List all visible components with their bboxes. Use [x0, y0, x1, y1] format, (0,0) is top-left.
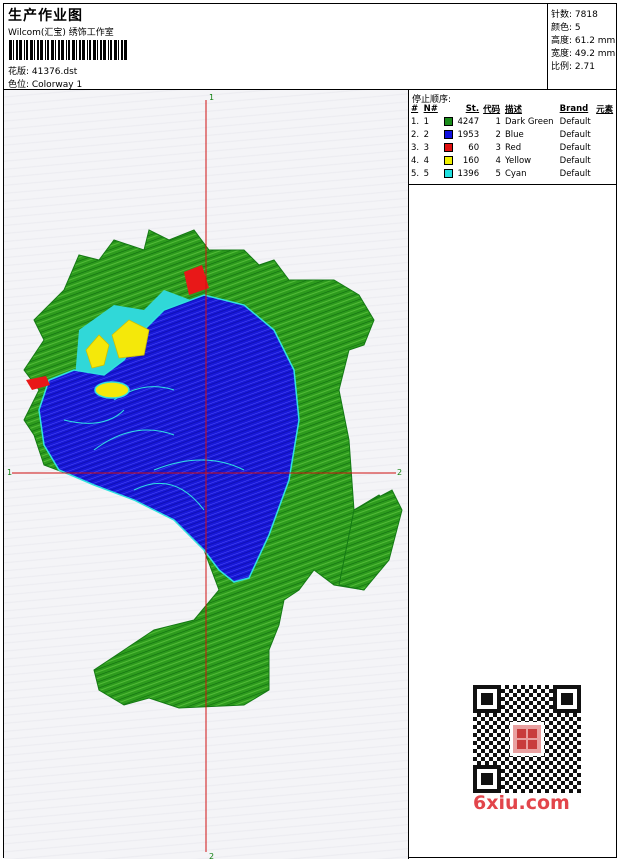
- table-header-row: # N# St. 代码 描述 Brand 元素: [409, 102, 616, 115]
- row-needle: 5: [423, 168, 430, 179]
- stop-sequence-panel: 停止顺序: # N# St. 代码 描述 Brand 元素 1. 1 4247 1 Da…: [409, 90, 616, 859]
- row-index: 4.: [411, 155, 420, 166]
- col-needle: N#: [423, 103, 438, 114]
- row-index: 1.: [411, 116, 420, 127]
- row-stitches: 1396: [441, 167, 482, 180]
- embroidery-artwork: [23, 229, 403, 709]
- row-stitches: 60: [441, 141, 482, 154]
- row-index: 3.: [411, 142, 420, 153]
- table-row: 1. 1 4247 1 Dark Green Default: [409, 115, 616, 128]
- row-description: Dark Green: [504, 116, 554, 127]
- embroidery-preview: 1 2 1 2: [4, 90, 409, 859]
- color-swatch: [444, 116, 454, 126]
- row-description: Blue: [504, 129, 524, 140]
- row-brand: Default: [559, 116, 591, 127]
- table-row: 2. 2 1953 2 Blue Default: [409, 128, 616, 141]
- worksheet-title: 生产作业图: [8, 8, 83, 24]
- color-swatch: [444, 155, 454, 165]
- axis-label-top: 1: [209, 93, 214, 102]
- row-needle: 1: [423, 116, 430, 127]
- axis-label-right: 2: [397, 468, 402, 477]
- table-row: 5. 5 1396 5 Cyan Default: [409, 167, 616, 180]
- header-info: 生产作业图 Wilcom(汇宝) 绣饰工作室 花版: 41376.dst 色位:…: [4, 4, 547, 90]
- row-brand: Default: [559, 142, 591, 153]
- row-description: Yellow: [504, 155, 532, 166]
- stitch-count: 针数: 7818: [551, 10, 598, 20]
- table-row: 3. 3 60 3 Red Default: [409, 141, 616, 154]
- col-code: 代码: [483, 104, 501, 115]
- colorway-name: 色位: Colorway 1: [8, 80, 83, 90]
- qr-code: [470, 682, 584, 796]
- stitch-count-value: 160: [462, 155, 480, 166]
- row-description: Red: [504, 142, 522, 153]
- row-element: [594, 128, 616, 141]
- row-needle: 2: [423, 129, 430, 140]
- color-swatch: [444, 129, 454, 139]
- worksheet-header: 生产作业图 Wilcom(汇宝) 绣饰工作室 花版: 41376.dst 色位:…: [4, 4, 616, 90]
- row-needle: 3: [423, 142, 430, 153]
- row-stitches: 4247: [441, 115, 482, 128]
- axis-label-left: 1: [7, 468, 12, 477]
- row-index: 2.: [411, 129, 420, 140]
- col-description: 描述: [504, 104, 522, 115]
- row-code: 4: [495, 155, 501, 166]
- company-name: Wilcom(汇宝) 绣饰工作室: [8, 28, 114, 38]
- row-code: 5: [495, 168, 501, 179]
- col-brand: Brand: [559, 103, 589, 114]
- design-stats: 针数: 7818 颜色: 5 高度: 61.2 mm 宽度: 49.2 mm 比…: [547, 4, 616, 90]
- col-index: #: [411, 103, 419, 114]
- barcode: [9, 40, 127, 60]
- row-brand: Default: [559, 168, 591, 179]
- col-stitches: St.: [465, 103, 480, 114]
- row-index: 5.: [411, 168, 420, 179]
- row-code: 1: [495, 116, 501, 127]
- yellow-mouth: [94, 381, 130, 399]
- row-description: Cyan: [504, 168, 527, 179]
- watermark-text: 6xiu.com: [473, 792, 570, 814]
- color-swatch: [444, 142, 454, 152]
- col-element: 元素: [596, 104, 614, 115]
- row-element: [594, 167, 616, 180]
- design-width: 宽度: 49.2 mm: [551, 49, 616, 59]
- row-element: [594, 141, 616, 154]
- table-row: 4. 4 160 4 Yellow Default: [409, 154, 616, 167]
- color-swatch: [444, 168, 454, 178]
- row-element: [594, 154, 616, 167]
- row-needle: 4: [423, 155, 430, 166]
- table-divider: [409, 184, 616, 185]
- production-worksheet: 生产作业图 Wilcom(汇宝) 绣饰工作室 花版: 41376.dst 色位:…: [3, 3, 617, 859]
- row-brand: Default: [559, 155, 591, 166]
- color-count: 颜色: 5: [551, 23, 581, 33]
- stitch-count-value: 1953: [457, 129, 480, 140]
- stitch-count-value: 4247: [457, 116, 480, 127]
- color-sequence-rows: 1. 1 4247 1 Dark Green Default 2. 2 1953 2 Blue Def…: [409, 115, 616, 180]
- row-element: [594, 115, 616, 128]
- design-filename: 花版: 41376.dst: [8, 67, 78, 77]
- design-scale: 比例: 2.71: [551, 62, 595, 72]
- row-stitches: 1953: [441, 128, 482, 141]
- stitch-count-value: 1396: [457, 168, 480, 179]
- stitch-count-value: 60: [468, 142, 480, 153]
- row-code: 2: [495, 129, 501, 140]
- row-code: 3: [495, 142, 501, 153]
- row-brand: Default: [559, 129, 591, 140]
- color-sequence-table: # N# St. 代码 描述 Brand 元素 1. 1 4247 1 Dark Gre…: [409, 102, 616, 180]
- design-height: 高度: 61.2 mm: [551, 36, 616, 46]
- axis-label-bottom: 2: [209, 852, 214, 859]
- design-canvas: 1 2 1 2: [7, 93, 403, 859]
- row-stitches: 160: [441, 154, 482, 167]
